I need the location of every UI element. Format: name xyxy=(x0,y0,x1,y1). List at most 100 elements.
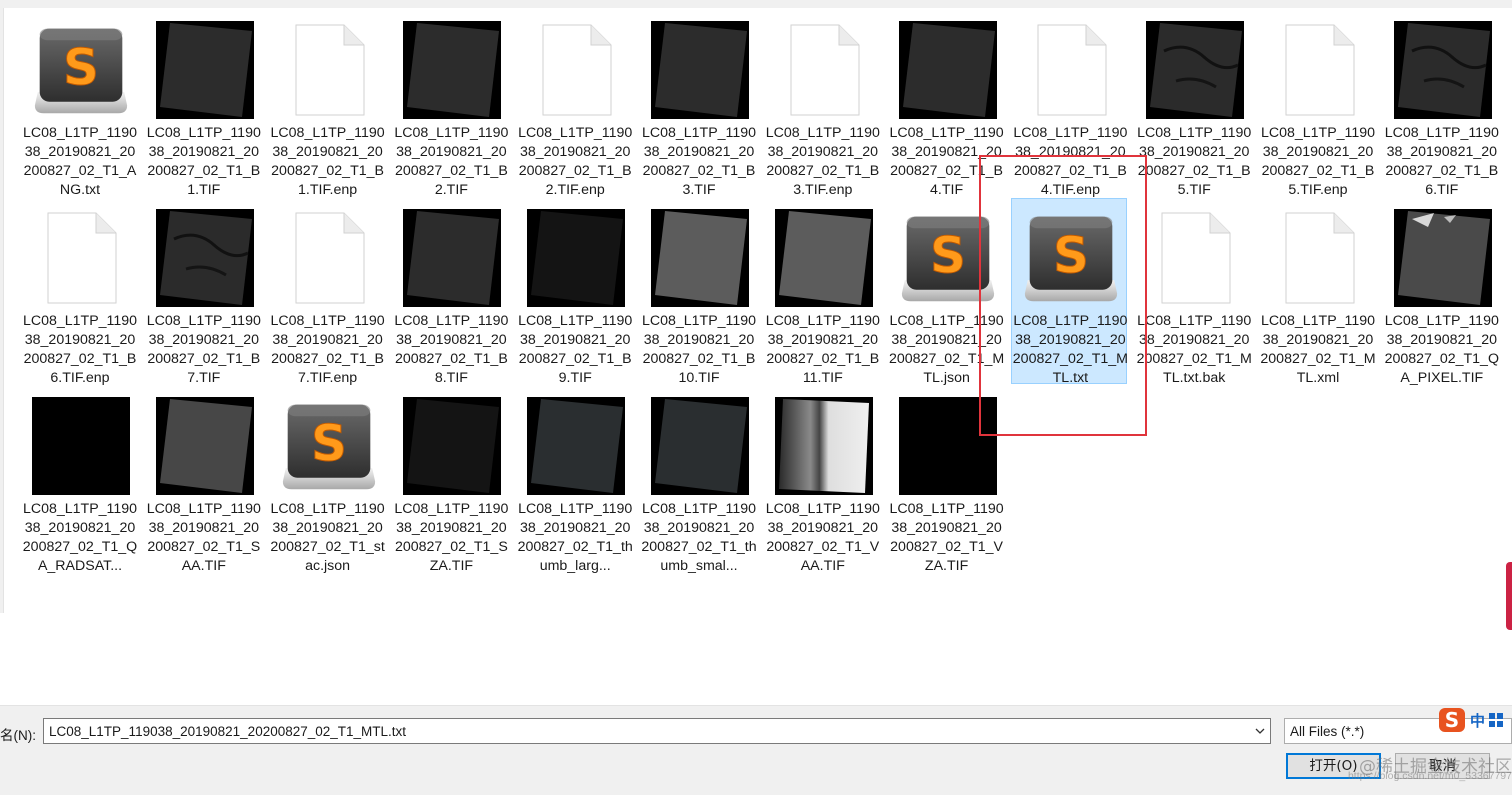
file-name-label: LC08_L1TP_119038_20190821_20200827_02_T1… xyxy=(270,125,385,198)
generic-file-icon xyxy=(1270,21,1368,119)
file-name-label: LC08_L1TP_119038_20190821_20200827_02_T1… xyxy=(394,313,509,386)
file-item[interactable]: LC08_L1TP_119038_20190821_20200827_02_T1… xyxy=(21,198,137,386)
file-item[interactable]: LC08_L1TP_119038_20190821_20200827_02_T1… xyxy=(21,386,137,574)
file-item[interactable]: LC08_L1TP_119038_20190821_20200827_02_T1… xyxy=(764,198,880,386)
file-name-label: LC08_L1TP_119038_20190821_20200827_02_T1… xyxy=(1013,125,1128,198)
image-thumbnail-icon xyxy=(651,397,749,495)
file-name-label: LC08_L1TP_119038_20190821_20200827_02_T1… xyxy=(641,313,757,386)
svg-text:S: S xyxy=(1445,708,1459,732)
file-name-label: LC08_L1TP_119038_20190821_20200827_02_T1… xyxy=(270,313,385,386)
file-name-label: LC08_L1TP_119038_20190821_20200827_02_T1… xyxy=(1260,125,1376,198)
filename-value[interactable]: LC08_L1TP_119038_20190821_20200827_02_T1… xyxy=(49,724,406,739)
image-thumbnail-icon xyxy=(155,209,254,307)
image-thumbnail-icon xyxy=(774,209,873,307)
file-name-label: LC08_L1TP_119038_20190821_20200827_02_T1… xyxy=(1136,313,1252,386)
file-item[interactable]: LC08_L1TP_119038_20190821_20200827_02_T1… xyxy=(1011,10,1127,198)
file-item[interactable]: LC08_L1TP_119038_20190821_20200827_02_T1… xyxy=(1135,198,1252,386)
image-thumbnail-icon xyxy=(1393,21,1492,119)
image-thumbnail-icon xyxy=(1146,21,1245,119)
image-thumbnail-icon xyxy=(651,209,749,307)
file-item[interactable]: LC08_L1TP_119038_20190821_20200827_02_T1… xyxy=(1259,10,1375,198)
file-name-label: LC08_L1TP_119038_20190821_20200827_02_T1… xyxy=(765,125,880,198)
file-type-filter-value: All Files (*.*) xyxy=(1290,724,1365,739)
file-name-label: LC08_L1TP_119038_20190821_20200827_02_T1… xyxy=(22,313,138,386)
file-name-label: LC08_L1TP_119038_20190821_20200827_02_T1… xyxy=(1384,125,1499,198)
file-item[interactable]: LC08_L1TP_119038_20190821_20200827_02_T1… xyxy=(516,10,632,198)
generic-file-icon xyxy=(280,209,378,307)
file-name-label: LC08_L1TP_119038_20190821_20200827_02_T1… xyxy=(394,501,509,574)
file-item[interactable]: LC08_L1TP_119038_20190821_20200827_02_T1… xyxy=(516,386,633,574)
file-item-selected[interactable]: S LC08_L1TP_119038_20190821_20200827_02_… xyxy=(1011,198,1128,386)
file-item[interactable]: LC08_L1TP_119038_20190821_20200827_02_T1… xyxy=(1383,10,1499,198)
svg-text:S: S xyxy=(311,414,347,472)
file-name-label: LC08_L1TP_119038_20190821_20200827_02_T1… xyxy=(641,125,757,198)
file-item[interactable]: LC08_L1TP_119038_20190821_20200827_02_T1… xyxy=(392,386,508,574)
file-item[interactable]: LC08_L1TP_119038_20190821_20200827_02_T1… xyxy=(145,386,261,574)
file-item[interactable]: LC08_L1TP_119038_20190821_20200827_02_T1… xyxy=(764,386,880,574)
filename-label: 名(N): xyxy=(0,728,36,743)
side-tab-marker xyxy=(1506,562,1512,630)
file-name-label: LC08_L1TP_119038_20190821_20200827_02_T1… xyxy=(1012,313,1128,386)
ime-language-indicator[interactable]: 中 xyxy=(1470,710,1485,731)
file-item[interactable]: LC08_L1TP_119038_20190821_20200827_02_T1… xyxy=(145,10,261,198)
image-thumbnail-icon xyxy=(651,21,749,119)
chevron-down-icon[interactable] xyxy=(1255,726,1265,736)
image-thumbnail-icon xyxy=(1393,209,1492,307)
file-name-label: LC08_L1TP_119038_20190821_20200827_02_T1… xyxy=(765,501,880,574)
file-item[interactable]: LC08_L1TP_119038_20190821_20200827_02_T1… xyxy=(392,10,508,198)
file-list-view[interactable]: S LC08_L1TP_119038_20190821_20200827_02_… xyxy=(0,0,1512,700)
generic-file-icon xyxy=(775,21,873,119)
file-item[interactable]: LC08_L1TP_119038_20190821_20200827_02_T1… xyxy=(392,198,508,386)
file-name-label: LC08_L1TP_119038_20190821_20200827_02_T1… xyxy=(146,313,261,386)
file-item[interactable]: S LC08_L1TP_119038_20190821_20200827_02_… xyxy=(888,198,1004,386)
file-item[interactable]: LC08_L1TP_119038_20190821_20200827_02_T1… xyxy=(764,10,880,198)
file-name-label: LC08_L1TP_119038_20190821_20200827_02_T1… xyxy=(518,125,633,198)
generic-file-icon xyxy=(280,21,378,119)
image-thumbnail-icon xyxy=(898,21,997,119)
filename-input[interactable]: LC08_L1TP_119038_20190821_20200827_02_T1… xyxy=(43,718,1271,744)
generic-file-icon xyxy=(527,21,625,119)
svg-text:S: S xyxy=(930,226,966,284)
sublime-text-file-icon: S xyxy=(280,397,378,495)
file-item[interactable]: LC08_L1TP_119038_20190821_20200827_02_T1… xyxy=(1135,10,1251,198)
file-name-label: LC08_L1TP_119038_20190821_20200827_02_T1… xyxy=(765,313,880,386)
generic-file-icon xyxy=(32,209,130,307)
sublime-text-file-icon: S xyxy=(899,209,997,307)
file-item[interactable]: LC08_L1TP_119038_20190821_20200827_02_T1… xyxy=(145,198,261,386)
file-item[interactable]: LC08_L1TP_119038_20190821_20200827_02_T1… xyxy=(640,10,756,198)
sublime-text-file-icon: S xyxy=(32,21,130,119)
sogou-ime-icon[interactable]: S xyxy=(1438,707,1466,733)
file-name-label: LC08_L1TP_119038_20190821_20200827_02_T1… xyxy=(889,501,1004,574)
file-item[interactable]: LC08_L1TP_119038_20190821_20200827_02_T1… xyxy=(269,10,385,198)
ime-toolbar[interactable]: S 中 xyxy=(1438,706,1512,734)
file-item[interactable]: S LC08_L1TP_119038_20190821_20200827_02_… xyxy=(21,10,137,198)
image-thumbnail-icon xyxy=(32,397,130,495)
ime-menu-icon[interactable] xyxy=(1489,713,1504,727)
generic-file-icon xyxy=(1146,209,1244,307)
file-name-label: LC08_L1TP_119038_20190821_20200827_02_T1… xyxy=(270,501,385,574)
file-item[interactable]: LC08_L1TP_119038_20190821_20200827_02_T1… xyxy=(640,198,756,386)
image-thumbnail-icon xyxy=(774,397,873,495)
svg-text:S: S xyxy=(63,38,99,96)
open-button[interactable]: 打开(O) xyxy=(1286,753,1381,779)
file-name-label: LC08_L1TP_119038_20190821_20200827_02_T1… xyxy=(1137,125,1252,198)
file-item[interactable]: LC08_L1TP_119038_20190821_20200827_02_T1… xyxy=(269,198,385,386)
image-thumbnail-icon xyxy=(527,209,626,307)
file-name-label: LC08_L1TP_119038_20190821_20200827_02_T1… xyxy=(22,125,138,198)
file-item[interactable]: LC08_L1TP_119038_20190821_20200827_02_T1… xyxy=(640,386,757,574)
file-item[interactable]: LC08_L1TP_119038_20190821_20200827_02_T1… xyxy=(516,198,632,386)
file-name-label: LC08_L1TP_119038_20190821_20200827_02_T1… xyxy=(889,125,1004,198)
file-item[interactable]: LC08_L1TP_119038_20190821_20200827_02_T1… xyxy=(888,10,1004,198)
cancel-button[interactable]: 取消 xyxy=(1395,753,1490,779)
file-name-label: LC08_L1TP_119038_20190821_20200827_02_T1… xyxy=(394,125,509,198)
image-thumbnail-icon xyxy=(527,397,626,495)
file-item[interactable]: LC08_L1TP_119038_20190821_20200827_02_T1… xyxy=(888,386,1004,574)
file-item[interactable]: LC08_L1TP_119038_20190821_20200827_02_T1… xyxy=(1383,198,1499,386)
file-name-label: LC08_L1TP_119038_20190821_20200827_02_T1… xyxy=(889,313,1005,386)
file-item[interactable]: S LC08_L1TP_119038_20190821_20200827_02_… xyxy=(269,386,385,574)
sublime-text-file-icon: S xyxy=(1022,209,1120,307)
image-thumbnail-icon xyxy=(155,397,254,495)
generic-file-icon xyxy=(1022,21,1120,119)
svg-text:S: S xyxy=(1053,226,1089,284)
file-item[interactable]: LC08_L1TP_119038_20190821_20200827_02_T1… xyxy=(1259,198,1376,386)
